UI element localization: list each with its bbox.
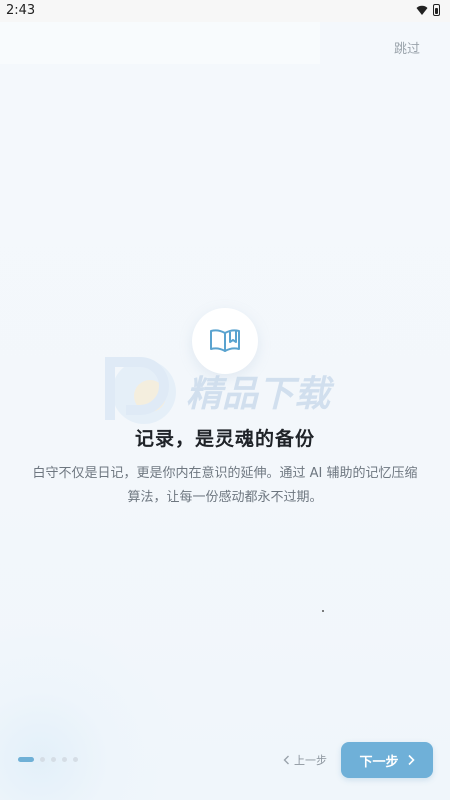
page-dot [73, 757, 78, 762]
onboarding-screen: 2:43 跳过 精品下载 记录，是灵魂的备份 白守不仅是日记，更是你内在意识的延… [0, 0, 450, 800]
page-dot [62, 757, 67, 762]
chevron-left-icon [283, 755, 289, 765]
page-indicator [18, 757, 78, 762]
watermark-logo: 精品下载 [105, 357, 335, 424]
status-icons [416, 4, 440, 16]
page-dot [51, 757, 56, 762]
wifi-icon [416, 5, 428, 15]
status-bar: 2:43 [0, 0, 450, 22]
slide-description: 白守不仅是日记，更是你内在意识的延伸。通过 AI 辅助的记忆压缩算法，让每一份感… [32, 466, 418, 505]
page-dot-active [18, 757, 34, 762]
prev-label: 上一步 [294, 754, 327, 767]
next-button[interactable]: 下一步 [341, 742, 433, 778]
skip-button[interactable]: 跳过 [394, 38, 420, 57]
open-book-icon [210, 329, 240, 352]
slide-title: 记录，是灵魂的备份 [134, 428, 315, 450]
next-label: 下一步 [359, 754, 399, 770]
status-time: 2:43 [6, 3, 36, 18]
artifact-dot [322, 610, 324, 612]
chevron-right-icon [407, 754, 415, 766]
watermark-text: 精品下载 [186, 374, 335, 415]
prev-button[interactable]: 上一步 [283, 752, 327, 768]
battery-icon [433, 4, 440, 16]
page-dot [40, 757, 45, 762]
top-band [0, 22, 320, 64]
